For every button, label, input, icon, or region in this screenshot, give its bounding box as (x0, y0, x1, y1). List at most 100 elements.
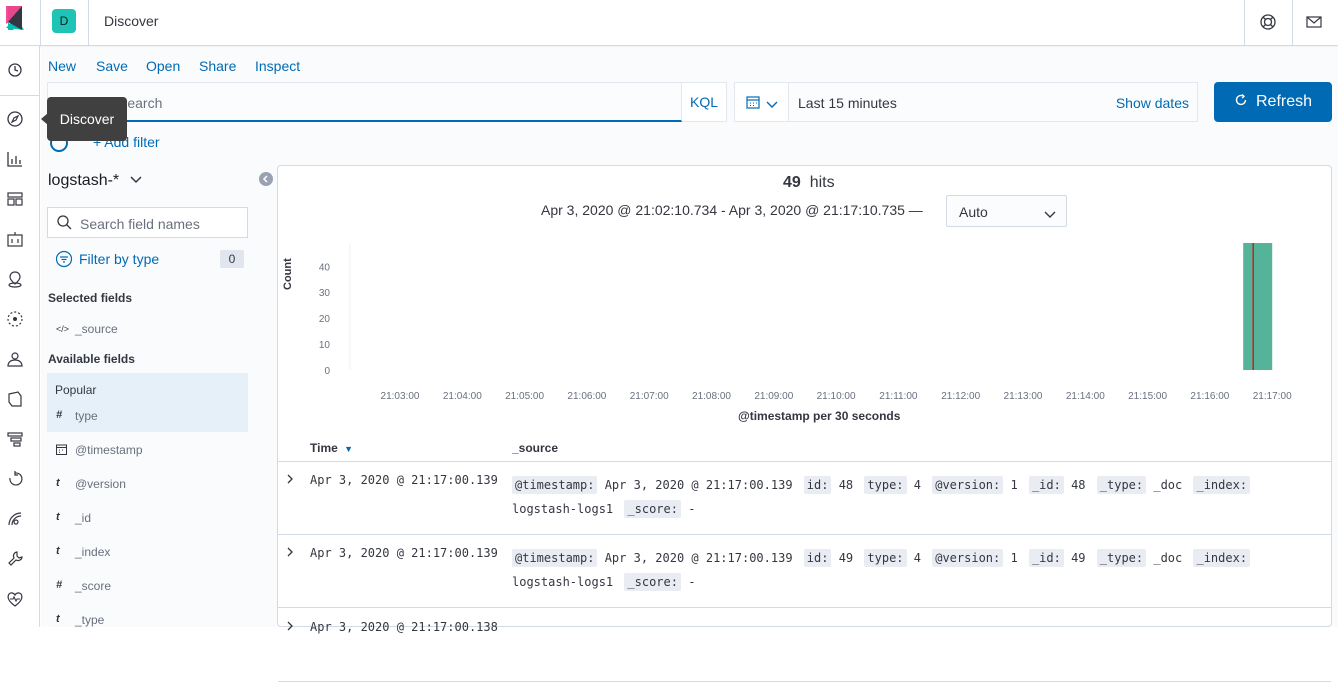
discover-compass-icon[interactable] (6, 110, 24, 128)
recently-viewed-clock-icon[interactable] (6, 61, 24, 79)
filter-count-badge: 0 (220, 250, 244, 268)
divider (40, 0, 41, 46)
monitoring-heartbeat-icon[interactable] (6, 590, 24, 608)
field-search-input[interactable]: Search field names (47, 207, 248, 238)
date-picker: Last 15 minutes Show dates (734, 82, 1198, 122)
field-key: @timestamp: (512, 476, 598, 494)
field-name: _score (75, 579, 112, 593)
field-value: 49 (1063, 551, 1086, 565)
field-key: _type: (1096, 549, 1147, 567)
side-navigation (0, 46, 40, 627)
refresh-button[interactable]: Refresh (1214, 82, 1332, 122)
query-language-button[interactable]: KQL (682, 82, 727, 122)
field-value: 1 (1003, 551, 1018, 565)
dashboard-icon[interactable] (6, 190, 24, 208)
field-key: type: (864, 476, 907, 494)
collapse-sidebar-icon[interactable] (259, 172, 273, 186)
expand-chevron-icon[interactable] (286, 546, 294, 560)
siem-icon[interactable] (6, 510, 24, 528)
field-item[interactable]: @timestamp (48, 435, 248, 465)
field-value: _doc (1146, 551, 1183, 565)
string-type-icon: t (56, 511, 60, 523)
string-type-icon: t (56, 613, 60, 625)
menu-new[interactable]: New (48, 58, 76, 74)
y-tick-label: 20 (319, 314, 331, 325)
field-value: logstash-logs1 (512, 502, 614, 516)
field-item[interactable]: # type (48, 401, 248, 431)
field-item[interactable]: # _score (48, 571, 248, 601)
hits-number: 49 (783, 174, 801, 191)
row-time: Apr 3, 2020 @ 21:17:00.139 (310, 473, 498, 487)
chevron-down-icon (1044, 207, 1056, 225)
field-key: _index: (1193, 476, 1251, 494)
refresh-icon (1234, 93, 1248, 112)
field-name: _source (75, 322, 118, 336)
field-item[interactable]: t _id (48, 503, 248, 533)
field-item[interactable]: t _type (48, 605, 248, 635)
logs-icon[interactable] (6, 390, 24, 408)
time-range-text: Apr 3, 2020 @ 21:02:10.734 - Apr 3, 2020… (541, 202, 923, 218)
expand-chevron-icon[interactable] (286, 473, 294, 487)
menu-save[interactable]: Save (96, 58, 128, 74)
help-lifebuoy-icon[interactable] (1259, 13, 1277, 31)
field-value: Apr 3, 2020 @ 21:17:00.139 (597, 478, 793, 492)
infrastructure-icon[interactable] (6, 350, 24, 368)
x-tick-label: 21:12:00 (941, 391, 980, 402)
kibana-logo-icon[interactable] (0, 0, 40, 46)
visualize-chart-icon[interactable] (6, 150, 24, 168)
maps-icon[interactable] (6, 270, 24, 288)
field-value: 48 (1063, 478, 1086, 492)
field-key: _score: (624, 573, 681, 591)
expand-chevron-icon[interactable] (286, 620, 294, 634)
field-key: id: (803, 549, 832, 567)
field-value: 48 (831, 478, 854, 492)
y-tick-label: 40 (319, 262, 331, 273)
filter-by-type-button[interactable]: Filter by type (79, 251, 159, 267)
x-tick-label: 21:03:00 (381, 391, 420, 402)
col-header-source: _source (512, 441, 559, 455)
row-source: @timestamp: Apr 3, 2020 @ 21:17:00.139 i… (512, 546, 1312, 594)
search-icon (57, 215, 72, 235)
ml-icon[interactable] (6, 310, 24, 328)
field-value: _doc (1146, 478, 1183, 492)
y-tick-label: 0 (324, 366, 330, 377)
table-row[interactable]: Apr 3, 2020 @ 21:17:00.139 @timestamp: Ap… (278, 536, 1331, 608)
field-value: 1 (1003, 478, 1018, 492)
x-tick-label: 21:08:00 (692, 391, 731, 402)
index-pattern-selector[interactable]: logstash-* (48, 172, 142, 190)
string-type-icon: t (56, 545, 60, 557)
histogram-bar (1243, 243, 1273, 370)
table-row[interactable]: Apr 3, 2020 @ 21:17:00.138 (278, 610, 1331, 682)
interval-select[interactable]: Auto (946, 195, 1067, 227)
space-avatar[interactable]: D (52, 9, 76, 33)
table-row[interactable]: Apr 3, 2020 @ 21:17:00.139 @timestamp: Ap… (278, 463, 1331, 535)
field-value: Apr 3, 2020 @ 21:17:00.139 (597, 551, 793, 565)
field-name: _type (75, 613, 105, 627)
field-key: _id: (1028, 549, 1064, 567)
field-key: _score: (624, 500, 681, 518)
menu-share[interactable]: Share (199, 58, 236, 74)
show-dates-link[interactable]: Show dates (1116, 95, 1189, 111)
apm-icon[interactable] (6, 430, 24, 448)
search-input[interactable]: Search (47, 82, 682, 122)
field-item[interactable]: t @version (48, 469, 248, 499)
field-item[interactable]: </> _source (48, 314, 248, 344)
dev-tools-wrench-icon[interactable] (6, 550, 24, 568)
field-item[interactable]: t _index (48, 537, 248, 567)
menu-inspect[interactable]: Inspect (255, 58, 300, 74)
filter-icon (55, 250, 73, 273)
mail-icon[interactable] (1306, 14, 1322, 30)
divider (88, 0, 89, 46)
row-source: @timestamp: Apr 3, 2020 @ 21:17:00.139 i… (512, 473, 1312, 521)
uptime-icon[interactable] (6, 470, 24, 488)
hits-label: hits (809, 174, 835, 191)
histogram-chart[interactable]: 0 10 20 30 40 21:03:00 21:04:00 21:05:00 21:06:0… (280, 235, 1320, 430)
date-range-text[interactable]: Last 15 minutes (798, 95, 897, 111)
canvas-icon[interactable] (6, 230, 24, 248)
menu-open[interactable]: Open (146, 58, 180, 74)
field-key: @version: (932, 549, 1004, 567)
col-header-time[interactable]: Time ▼ (310, 441, 353, 455)
chevron-down-icon (130, 172, 142, 189)
quick-select-button[interactable] (735, 83, 789, 121)
x-tick-label: 21:10:00 (817, 391, 856, 402)
